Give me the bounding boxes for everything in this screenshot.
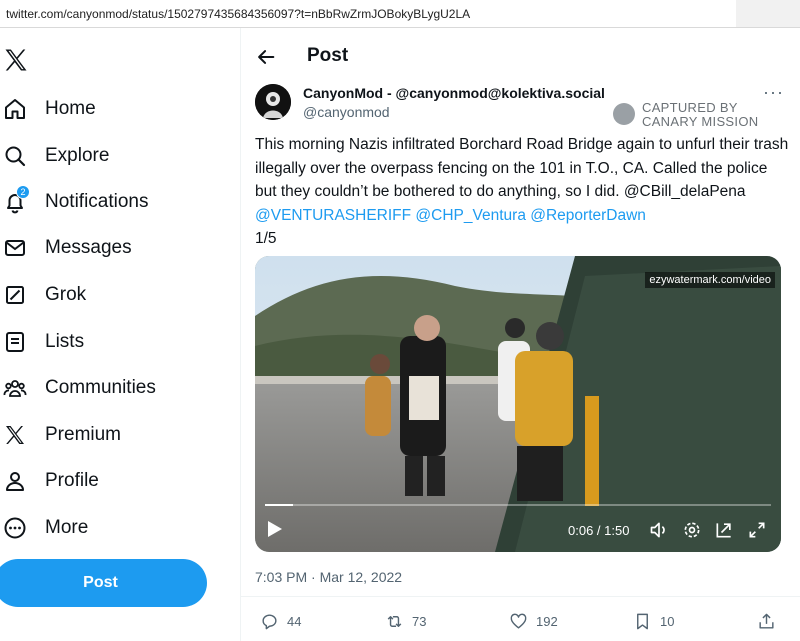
sidebar-item-label: Home	[45, 98, 96, 119]
tweet-timestamp[interactable]: 7:03 PM · Mar 12, 2022	[255, 569, 402, 585]
reply-icon	[262, 614, 277, 630]
sidebar-item-home[interactable]: Home	[2, 91, 222, 127]
repost-icon	[387, 616, 402, 627]
mention-link[interactable]: @CHP_Ventura	[415, 207, 526, 224]
browser-address-bar[interactable]: twitter.com/canyonmod/status/15027974356…	[0, 0, 800, 28]
reply-count: 44	[287, 614, 302, 629]
x-logo-icon[interactable]	[2, 46, 30, 74]
share-button[interactable]	[757, 612, 784, 631]
video-progress-bar[interactable]	[265, 504, 771, 506]
bell-icon: 2	[2, 185, 30, 215]
search-icon	[2, 143, 28, 169]
home-icon	[2, 96, 28, 122]
sidebar-item-label: Notifications	[45, 191, 149, 212]
sidebar-item-profile[interactable]: Profile	[2, 463, 222, 499]
sidebar-nav: Home Explore 2 Notifications Messages Gr…	[0, 28, 240, 641]
canary-logo-icon	[613, 103, 635, 125]
video-time: 0:06 / 1:50	[568, 523, 630, 538]
sidebar-item-label: Communities	[45, 377, 156, 398]
tweet-text: This morning Nazis infiltrated Borchard …	[255, 136, 789, 200]
sidebar-item-label: Profile	[45, 470, 99, 491]
watermark-line-2: CANARY MISSION	[642, 114, 759, 129]
notification-count-badge: 2	[16, 185, 30, 199]
sidebar-item-label: Grok	[45, 284, 87, 305]
bookmark-count: 10	[660, 614, 675, 629]
pip-icon[interactable]	[714, 520, 734, 540]
mention-link[interactable]: @ReporterDawn	[530, 207, 646, 224]
like-button[interactable]: 192	[509, 612, 558, 631]
repost-count: 73	[412, 614, 427, 629]
avatar[interactable]	[255, 84, 291, 120]
reply-button[interactable]: 44	[260, 612, 301, 631]
mention-link[interactable]: @VENTURASHERIFF	[255, 207, 411, 224]
people-icon	[2, 375, 28, 401]
sidebar-item-label: More	[45, 517, 89, 538]
main-column: Post CanyonMod - @canyonmod@kolektiva.so…	[241, 28, 800, 641]
sidebar-item-grok[interactable]: Grok	[2, 277, 222, 313]
sidebar-item-notifications[interactable]: 2 Notifications	[2, 184, 222, 220]
sidebar-item-more[interactable]: More	[2, 510, 222, 546]
sidebar-item-messages[interactable]: Messages	[2, 230, 222, 266]
thread-counter: 1/5	[255, 230, 277, 247]
sidebar-item-label: Premium	[45, 424, 122, 445]
share-icon	[759, 613, 774, 629]
divider	[241, 596, 800, 597]
tweet-body: This morning Nazis infiltrated Borchard …	[255, 133, 790, 251]
author-handle[interactable]: @canyonmod	[303, 104, 390, 120]
video-watermark: ezywatermark.com/video	[645, 272, 775, 288]
sidebar-item-label: Explore	[45, 145, 110, 166]
list-icon	[2, 329, 28, 355]
volume-icon[interactable]	[649, 520, 669, 540]
author-name[interactable]: CanyonMod - @canyonmod@kolektiva.social	[303, 85, 605, 101]
url-text[interactable]: twitter.com/canyonmod/status/15027974356…	[6, 7, 470, 21]
more-circle-icon	[2, 515, 28, 541]
sidebar-item-communities[interactable]: Communities	[2, 370, 222, 406]
fullscreen-icon[interactable]	[747, 520, 767, 540]
watermark-line-1: CAPTURED BY	[642, 100, 738, 115]
x-logo-icon	[2, 422, 28, 448]
sidebar-item-label: Messages	[45, 237, 132, 258]
address-bar-end	[736, 0, 800, 27]
overlay-watermark: CAPTURED BY CANARY MISSION	[613, 100, 769, 130]
bookmark-button[interactable]: 10	[633, 612, 674, 631]
video-frame	[255, 256, 781, 552]
heart-icon	[510, 613, 527, 629]
sidebar-item-explore[interactable]: Explore	[2, 138, 222, 174]
page-title: Post	[307, 45, 349, 66]
like-count: 192	[536, 614, 558, 629]
grok-icon	[2, 282, 28, 308]
sidebar-item-premium[interactable]: Premium	[2, 417, 222, 453]
video-progress-fill	[265, 504, 293, 506]
post-button[interactable]: Post	[0, 559, 207, 607]
envelope-icon	[2, 235, 28, 261]
bookmark-icon	[637, 613, 648, 630]
sidebar-item-lists[interactable]: Lists	[2, 324, 222, 360]
person-icon	[2, 468, 28, 494]
back-arrow-icon[interactable]	[255, 46, 277, 68]
video-player[interactable]: ezywatermark.com/video 0:06 / 1:50	[255, 256, 781, 552]
repost-button[interactable]: 73	[385, 612, 426, 631]
play-icon[interactable]	[267, 520, 283, 538]
sidebar-item-label: Lists	[45, 331, 85, 352]
settings-gear-icon[interactable]	[682, 520, 702, 540]
